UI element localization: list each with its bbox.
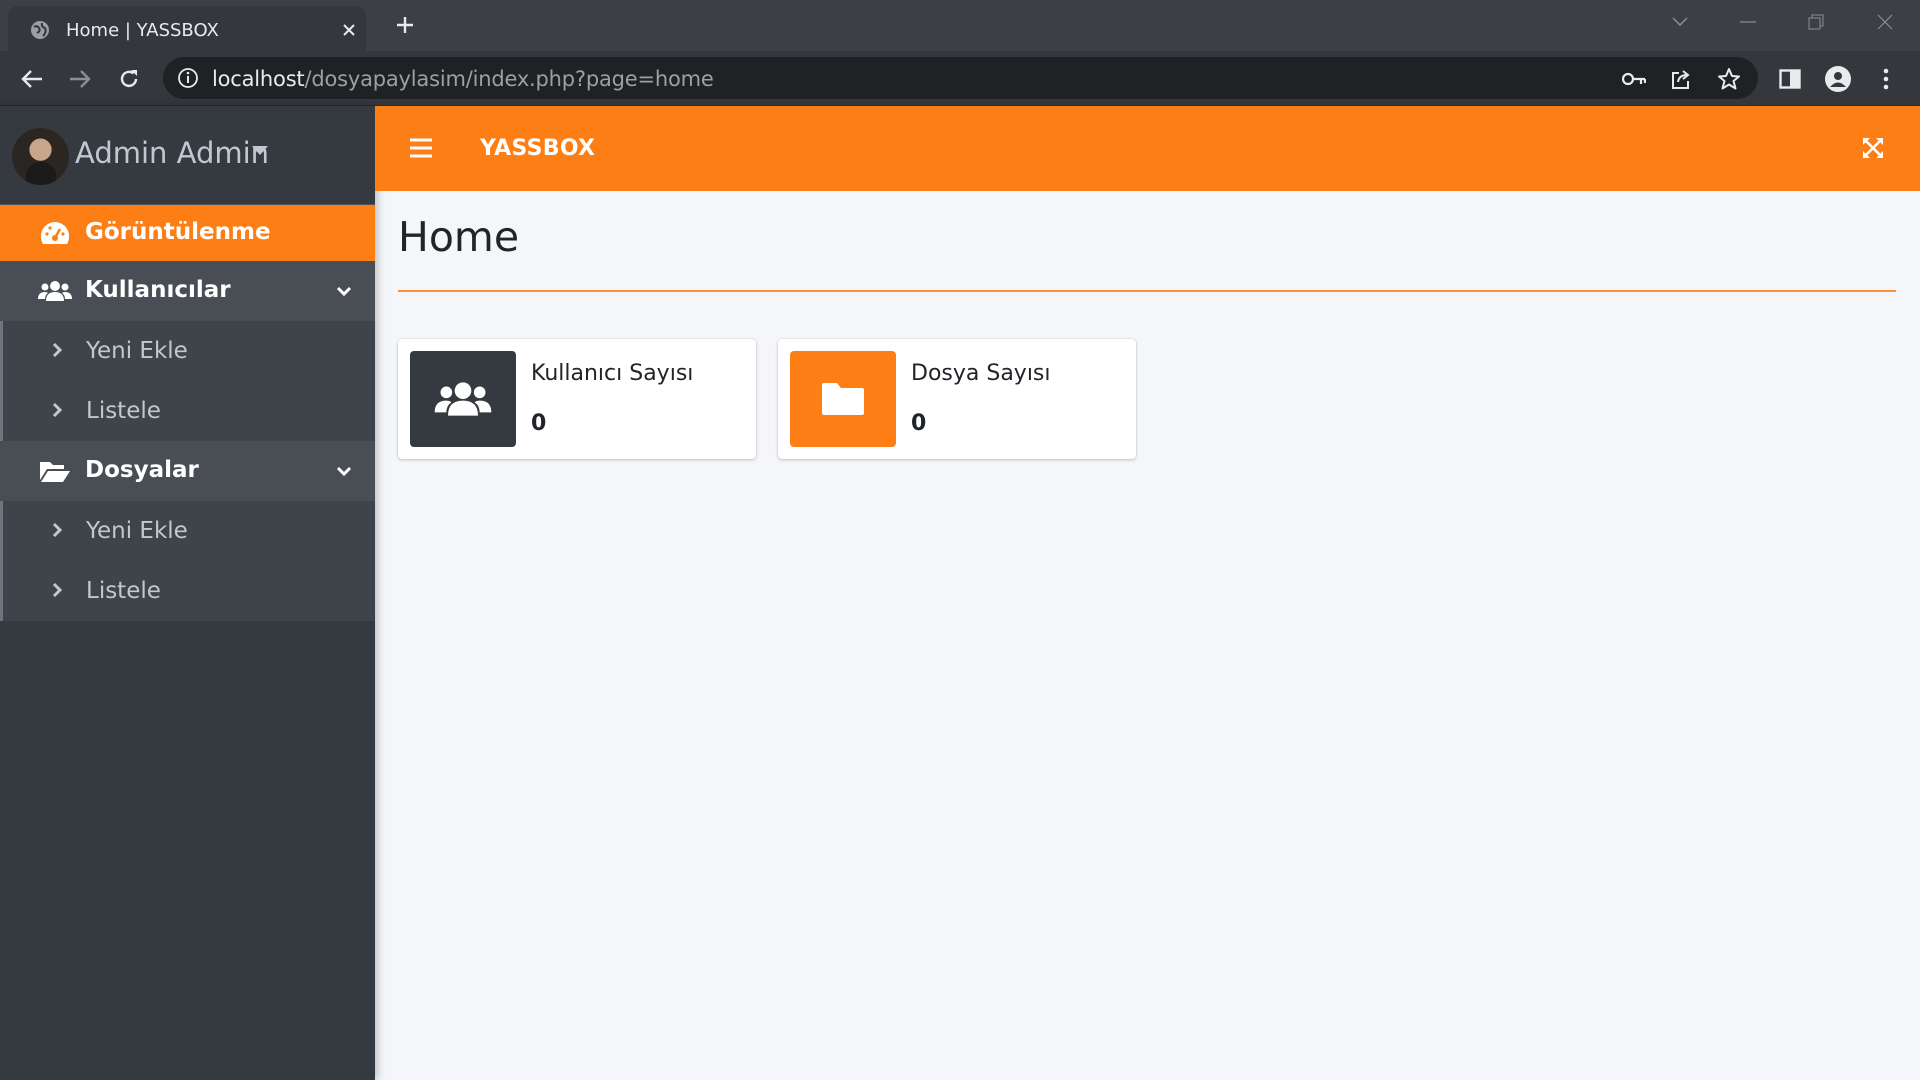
browser-tab[interactable]: Home | YASSBOX — [8, 6, 366, 51]
hamburger-menu-icon[interactable] — [410, 138, 432, 158]
bookmark-star-icon[interactable] — [1715, 65, 1743, 93]
page-title: Home — [398, 213, 520, 261]
user-panel[interactable]: Admin Admin — [0, 106, 375, 205]
new-tab-icon[interactable] — [392, 12, 418, 38]
folder-icon — [790, 351, 896, 447]
info-box-user-count: Kullanıcı Sayısı 0 — [398, 339, 756, 459]
browser-tabstrip: Home | YASSBOX — [0, 0, 1920, 51]
avatar — [12, 128, 69, 185]
info-box-file-count: Dosya Sayısı 0 — [778, 339, 1136, 459]
info-box-value: 0 — [911, 411, 927, 436]
users-icon — [38, 277, 72, 305]
title-divider — [398, 290, 1896, 292]
sidebar-item-goruntulenme[interactable]: Görüntülenme — [0, 205, 375, 261]
restore-icon[interactable] — [1802, 10, 1830, 34]
profile-icon[interactable] — [1825, 66, 1851, 92]
chevron-right-icon — [49, 341, 65, 359]
chevron-right-icon — [49, 581, 65, 599]
sidebar-subitem-label: Yeni Ekle — [86, 338, 188, 364]
chevron-right-icon — [49, 521, 65, 539]
sidebar-subitem-kullanicilar-listele[interactable]: Listele — [0, 381, 375, 441]
sidebar-item-dosyalar[interactable]: Dosyalar — [0, 441, 375, 501]
sidebar-subitem-dosyalar-listele[interactable]: Listele — [0, 561, 375, 621]
sidebar-subitem-label: Listele — [86, 578, 161, 604]
sidebar-subitem-dosyalar-yeni-ekle[interactable]: Yeni Ekle — [0, 501, 375, 561]
back-arrow-icon[interactable] — [16, 63, 48, 95]
dashboard-gauge-icon — [38, 219, 72, 247]
chevron-down-icon — [335, 282, 353, 300]
sidebar-subitem-kullanicilar-yeni-ekle[interactable]: Yeni Ekle — [0, 321, 375, 381]
share-icon[interactable] — [1667, 65, 1695, 93]
sidebar-subitem-label: Yeni Ekle — [86, 518, 188, 544]
sidebar-item-label: Kullanıcılar — [85, 277, 231, 303]
folder-open-icon — [38, 457, 72, 485]
url-text: localhost/dosyapaylasim/index.php?page=h… — [212, 67, 714, 91]
side-panel-icon[interactable] — [1774, 63, 1806, 95]
chevron-down-icon — [335, 462, 353, 480]
info-box-label: Kullanıcı Sayısı — [531, 361, 694, 386]
minimize-icon[interactable] — [1734, 10, 1762, 34]
fullscreen-expand-icon[interactable] — [1861, 136, 1885, 160]
site-info-icon[interactable] — [177, 67, 199, 89]
browser-toolbar: localhost/dosyapaylasim/index.php?page=h… — [0, 51, 1920, 106]
forward-arrow-icon[interactable] — [64, 63, 96, 95]
tab-search-chevron-icon[interactable] — [1666, 10, 1694, 34]
key-icon[interactable] — [1620, 65, 1648, 93]
info-box-value: 0 — [531, 411, 547, 436]
menu-kebab-icon[interactable] — [1870, 63, 1902, 95]
caret-down-icon[interactable] — [252, 146, 268, 155]
reload-icon[interactable] — [113, 63, 145, 95]
sidebar-subitem-label: Listele — [86, 398, 161, 424]
globe-icon — [30, 20, 50, 40]
top-navbar: YASSBOX — [375, 106, 1920, 191]
main-sidebar: Admin Admin Görüntülenme Kullanıcılar Ye… — [0, 106, 375, 1080]
tab-close-icon[interactable] — [337, 18, 361, 42]
close-window-icon[interactable] — [1871, 10, 1899, 34]
brand-name[interactable]: YASSBOX — [480, 136, 595, 161]
users-icon — [410, 351, 516, 447]
url-host: localhost — [212, 67, 305, 91]
sidebar-item-kullanicilar[interactable]: Kullanıcılar — [0, 261, 375, 321]
user-name: Admin Admin — [75, 136, 270, 170]
tab-title: Home | YASSBOX — [66, 20, 219, 41]
info-box-label: Dosya Sayısı — [911, 361, 1051, 386]
address-bar[interactable]: localhost/dosyapaylasim/index.php?page=h… — [163, 57, 1758, 99]
sidebar-item-label: Dosyalar — [85, 457, 199, 483]
chevron-right-icon — [49, 401, 65, 419]
url-path: /dosyapaylasim/index.php?page=home — [304, 67, 714, 91]
sidebar-item-label: Görüntülenme — [85, 219, 271, 245]
